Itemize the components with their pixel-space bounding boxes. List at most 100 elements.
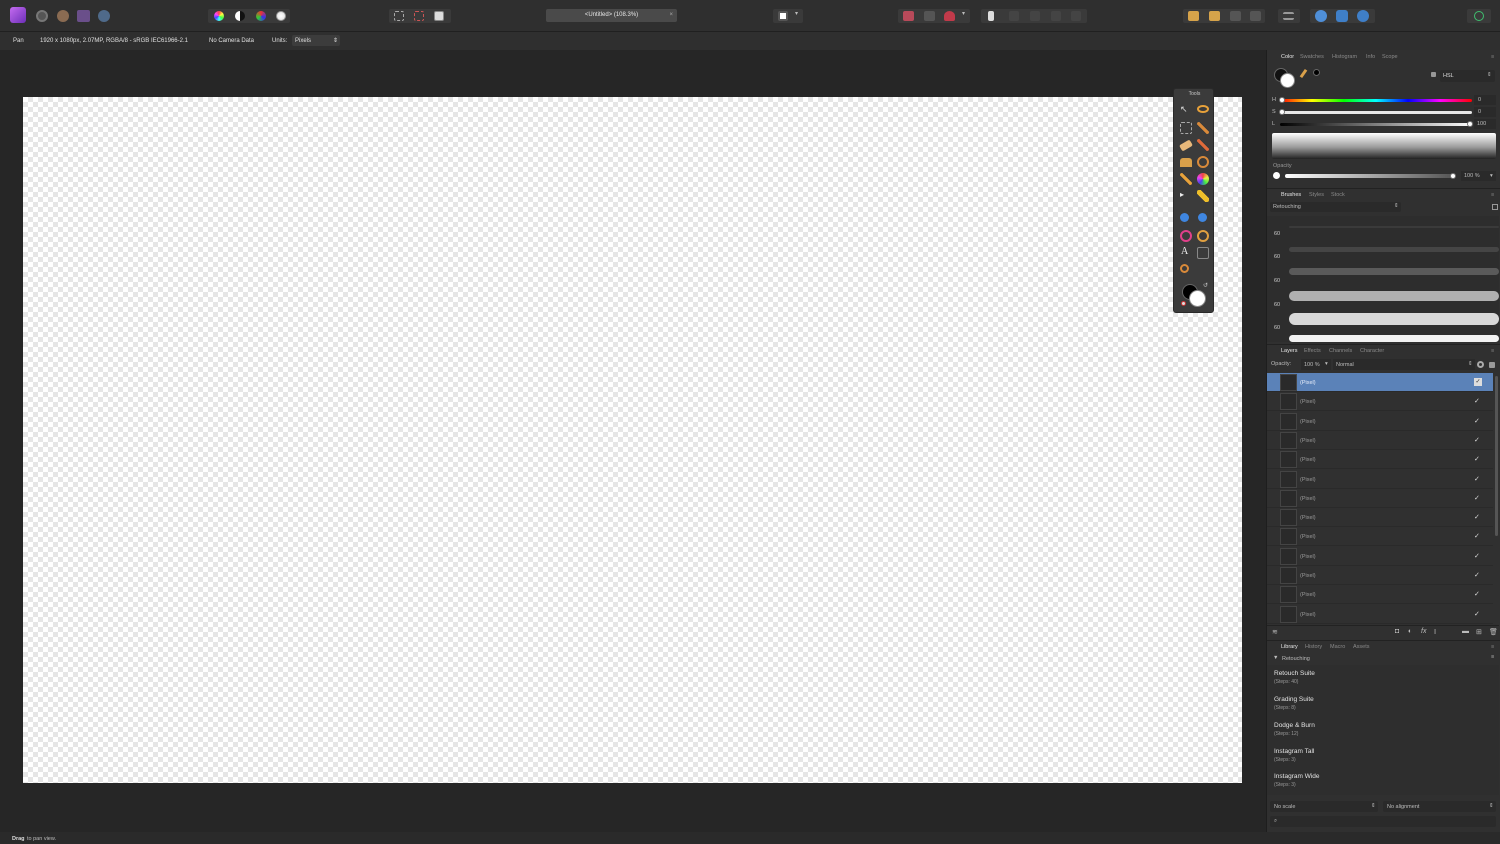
layer-visibility-checkbox[interactable]: ✓ <box>1474 513 1480 521</box>
lightness-field[interactable]: 100 <box>1474 119 1496 129</box>
snapping-magnet-icon[interactable] <box>944 11 955 21</box>
swap-colors-icon[interactable]: ↺ <box>1203 282 1208 289</box>
brush-list[interactable]: 60 60 60 60 60 <box>1267 216 1499 342</box>
zoom-icon[interactable] <box>1180 264 1189 273</box>
adjustment-icon[interactable]: ◐ <box>1408 628 1412 635</box>
layers-stack-icon[interactable]: ≋ <box>1272 628 1278 636</box>
macro-item[interactable]: Instagram Tall (Steps: 3) <box>1274 748 1314 763</box>
export-persona-icon[interactable] <box>98 10 110 22</box>
red-eye-icon[interactable] <box>1180 230 1192 242</box>
chevron-down-icon[interactable]: ▾ <box>962 10 965 25</box>
folder-icon[interactable]: ▬ <box>1462 628 1469 635</box>
color-preview-gradient[interactable] <box>1272 133 1496 159</box>
layer-row[interactable]: (Pixel) ✓ <box>1267 547 1493 566</box>
layer-visibility-checkbox[interactable]: ✓ <box>1474 455 1480 463</box>
contrast-icon[interactable] <box>235 11 245 21</box>
layer-row[interactable]: (Pixel) ✓ <box>1267 412 1493 431</box>
stroke-color-well[interactable] <box>1280 73 1295 88</box>
brush-stroke-6[interactable] <box>1289 335 1499 342</box>
layer-visibility-checkbox[interactable]: ✓ <box>1474 590 1480 598</box>
macro-category-header[interactable]: ▼ Retouching ≡ <box>1267 654 1499 664</box>
color-wheel-icon[interactable] <box>214 11 224 21</box>
brush-stroke-1[interactable] <box>1289 226 1499 228</box>
alignment-dropdown[interactable]: No alignment ⇕ <box>1383 801 1496 812</box>
opacity-slider-knob[interactable] <box>1450 173 1456 179</box>
live-filter-icon[interactable]: Ⅰ <box>1434 628 1436 636</box>
saturation-field[interactable]: 0 <box>1474 107 1496 117</box>
clone-stamp-icon[interactable] <box>1180 158 1192 167</box>
tab-library[interactable]: Library <box>1281 644 1298 650</box>
distribute-icon[interactable] <box>1071 11 1081 21</box>
align-left-icon[interactable] <box>1009 11 1019 21</box>
selection-brush-icon[interactable] <box>1197 122 1209 134</box>
move-tool-icon[interactable]: ↖ <box>1180 104 1192 116</box>
chevron-down-icon[interactable]: ▾ <box>1325 361 1328 367</box>
layer-visibility-checkbox[interactable]: ✓ <box>1474 397 1480 405</box>
white-balance-icon[interactable] <box>276 11 286 21</box>
tab-histogram[interactable]: Histogram <box>1332 54 1357 60</box>
lightness-slider-knob[interactable] <box>1467 121 1473 127</box>
gradient-icon[interactable] <box>1198 213 1207 222</box>
macro-item[interactable]: Retouch Suite (Steps: 40) <box>1274 670 1315 685</box>
layer-row[interactable]: (Pixel) ✓ <box>1267 566 1493 585</box>
chevron-down-icon[interactable]: ▾ <box>795 10 798 25</box>
tab-scope[interactable]: Scope <box>1382 54 1398 60</box>
layer-visibility-checkbox[interactable]: ✓ <box>1474 532 1480 540</box>
gear-icon[interactable] <box>1477 361 1484 368</box>
macro-search-input[interactable]: ⌕ <box>1270 816 1496 827</box>
tab-layers[interactable]: Layers <box>1281 348 1298 354</box>
paint-brush-icon[interactable] <box>1197 139 1209 151</box>
tab-color[interactable]: Color <box>1281 54 1294 60</box>
panel-menu-icon[interactable]: ≡ <box>1491 192 1494 198</box>
healing-brush-icon[interactable] <box>1197 156 1209 168</box>
layer-row[interactable]: (Pixel) ✓ <box>1267 470 1493 489</box>
tab-character[interactable]: Character <box>1360 348 1384 354</box>
lightness-slider[interactable] <box>1280 123 1472 126</box>
develop-persona-icon[interactable] <box>36 10 48 22</box>
mask-icon[interactable]: ◘ <box>1395 628 1399 635</box>
brush-options-icon[interactable] <box>1492 204 1498 210</box>
pen-tool-icon[interactable]: ▸ <box>1180 190 1192 202</box>
brush-stroke-4[interactable] <box>1289 291 1499 301</box>
picker-icon[interactable] <box>1299 68 1308 79</box>
marquee-tool-icon[interactable] <box>1180 122 1192 134</box>
tab-effects[interactable]: Effects <box>1304 348 1321 354</box>
saturation-slider[interactable] <box>1280 111 1472 114</box>
hue-slider-knob[interactable] <box>1279 97 1285 103</box>
macro-item[interactable]: Instagram Wide (Steps: 3) <box>1274 773 1320 788</box>
document-title-tab[interactable]: <Untitled> (108.3%) × <box>546 9 677 22</box>
tab-channels[interactable]: Channels <box>1329 348 1352 354</box>
pin-icon[interactable] <box>988 11 994 21</box>
tab-assets[interactable]: Assets <box>1353 644 1370 650</box>
macro-item[interactable]: Dodge & Burn (Steps: 12) <box>1274 722 1315 737</box>
assistant-icon[interactable] <box>1315 10 1327 22</box>
add-layer-icon[interactable]: ⊞ <box>1476 628 1482 636</box>
saturation-slider-knob[interactable] <box>1279 109 1285 115</box>
layer-visibility-checkbox[interactable]: ✓ <box>1474 475 1480 483</box>
snap-pixels-icon[interactable] <box>903 11 914 21</box>
layer-visibility-checkbox[interactable]: ✓ <box>1474 552 1480 560</box>
chevron-down-icon[interactable]: ▾ <box>1490 173 1493 179</box>
quick-mask-icon[interactable] <box>778 11 788 21</box>
dodge-icon[interactable] <box>1180 173 1192 185</box>
liquify-persona-icon[interactable] <box>57 10 69 22</box>
reset-colors-icon[interactable] <box>1181 301 1186 306</box>
units-dropdown[interactable]: Pixels ⇕ <box>292 35 340 46</box>
color-replace-icon[interactable] <box>1197 173 1209 185</box>
align-right-icon[interactable] <box>1051 11 1061 21</box>
arrange-back-icon[interactable] <box>1188 11 1199 21</box>
lock-icon[interactable] <box>1489 362 1495 368</box>
tab-stock[interactable]: Stock <box>1331 192 1345 198</box>
color-balance-icon[interactable] <box>256 11 266 21</box>
marquee-icon[interactable] <box>394 11 404 21</box>
tone-mapping-persona-icon[interactable] <box>77 10 90 22</box>
layer-row[interactable]: (Pixel) ✓ <box>1267 489 1493 508</box>
arrange-front-icon[interactable] <box>1230 11 1241 21</box>
studio-icon[interactable] <box>1283 12 1294 20</box>
opacity-field[interactable]: 100 % ▾ <box>1461 171 1496 181</box>
panel-menu-icon[interactable]: ≡ <box>1491 54 1494 60</box>
layer-visibility-checkbox[interactable]: ✓ <box>1474 378 1482 386</box>
color-mode-dropdown[interactable]: HSL ⇕ <box>1440 70 1495 82</box>
close-icon[interactable]: × <box>669 9 673 22</box>
document-canvas[interactable] <box>23 97 1242 783</box>
